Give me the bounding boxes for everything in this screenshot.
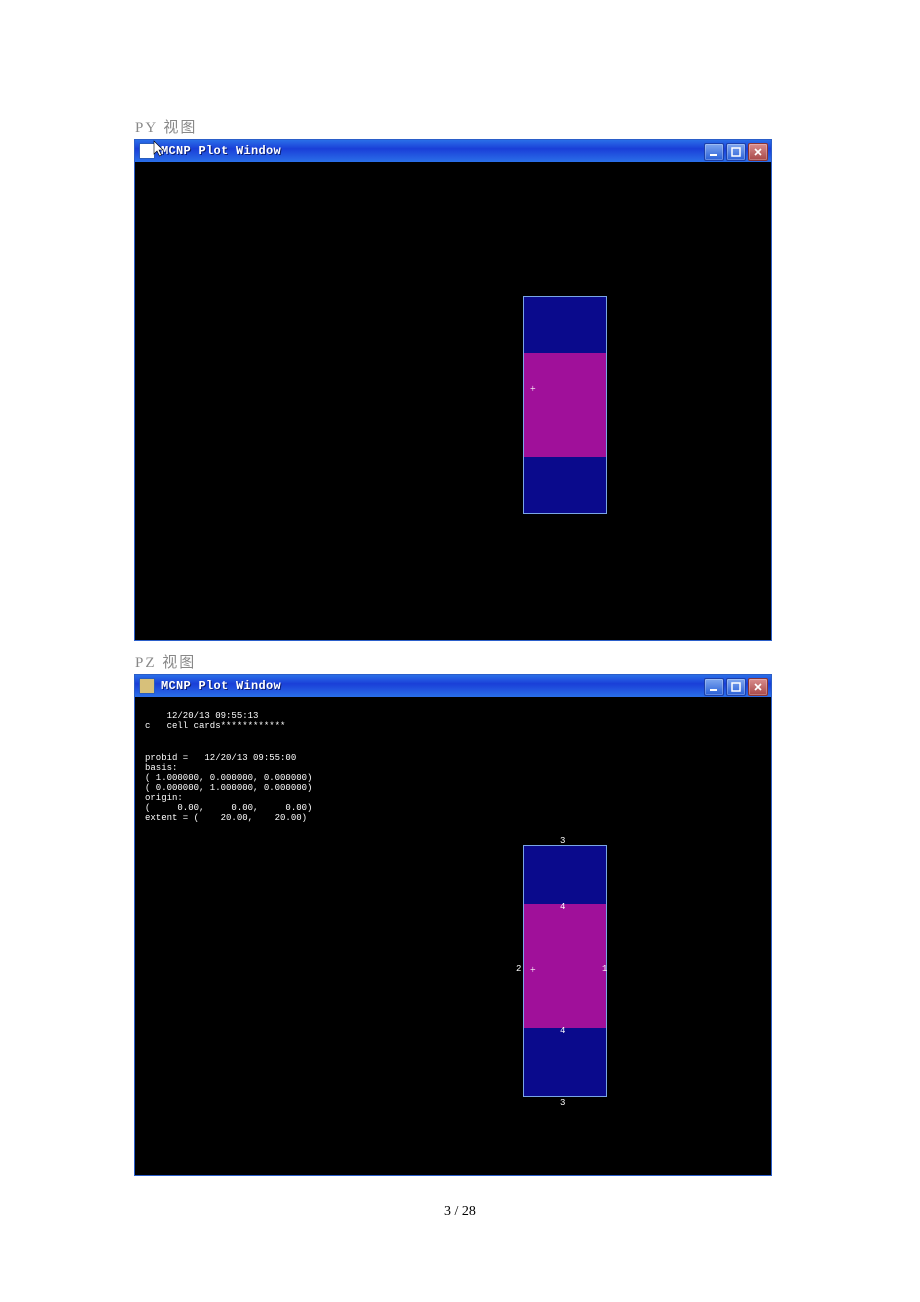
app-icon xyxy=(139,143,155,159)
terminal-header-text: 12/20/13 09:55:13 c cell cards**********… xyxy=(145,711,285,731)
close-button[interactable] xyxy=(748,678,768,696)
cell-label-4-bot: 4 xyxy=(560,1026,565,1036)
mcnp-window-py: MCNP Plot Window + xyxy=(134,139,772,641)
window-title: MCNP Plot Window xyxy=(161,679,281,693)
cell-label-1: 1 xyxy=(602,964,607,974)
minimize-button[interactable] xyxy=(704,678,724,696)
view-label-py: PY 视图 xyxy=(135,116,920,137)
app-icon xyxy=(139,678,155,694)
maximize-button[interactable] xyxy=(726,678,746,696)
titlebar[interactable]: MCNP Plot Window xyxy=(135,140,771,162)
geom-cap-top xyxy=(524,846,606,904)
origin-cross-icon: + xyxy=(530,966,536,976)
geometry-column: + 3 4 2 1 4 3 xyxy=(523,845,607,1097)
geom-mid: + xyxy=(524,904,606,1028)
window-controls xyxy=(704,678,768,696)
geom-cap-bottom xyxy=(524,457,606,513)
maximize-button[interactable] xyxy=(726,143,746,161)
cell-label-4-top: 4 xyxy=(560,902,565,912)
terminal-info-text: probid = 12/20/13 09:55:00 basis: ( 1.00… xyxy=(145,753,312,823)
origin-cross-icon: + xyxy=(530,385,536,395)
cell-label-3-bot: 3 xyxy=(560,1098,565,1108)
geom-mid: + xyxy=(524,353,606,457)
cell-label-3-top: 3 xyxy=(560,836,565,846)
plot-canvas-pz[interactable]: 12/20/13 09:55:13 c cell cards**********… xyxy=(135,697,771,1175)
close-button[interactable] xyxy=(748,143,768,161)
cell-label-2: 2 xyxy=(516,964,521,974)
view-label-pz: PZ 视图 xyxy=(135,651,920,672)
plot-canvas-py[interactable]: + xyxy=(135,162,771,640)
minimize-button[interactable] xyxy=(704,143,724,161)
mcnp-window-pz: MCNP Plot Window 12/20/13 09:55:13 c cel… xyxy=(134,674,772,1176)
titlebar[interactable]: MCNP Plot Window xyxy=(135,675,771,697)
page-number: 3 / 28 xyxy=(0,1204,920,1220)
geom-cap-bottom xyxy=(524,1028,606,1096)
window-controls xyxy=(704,143,768,161)
window-title: MCNP Plot Window xyxy=(161,144,281,158)
geometry-column: + xyxy=(523,296,607,514)
geom-cap-top xyxy=(524,297,606,353)
